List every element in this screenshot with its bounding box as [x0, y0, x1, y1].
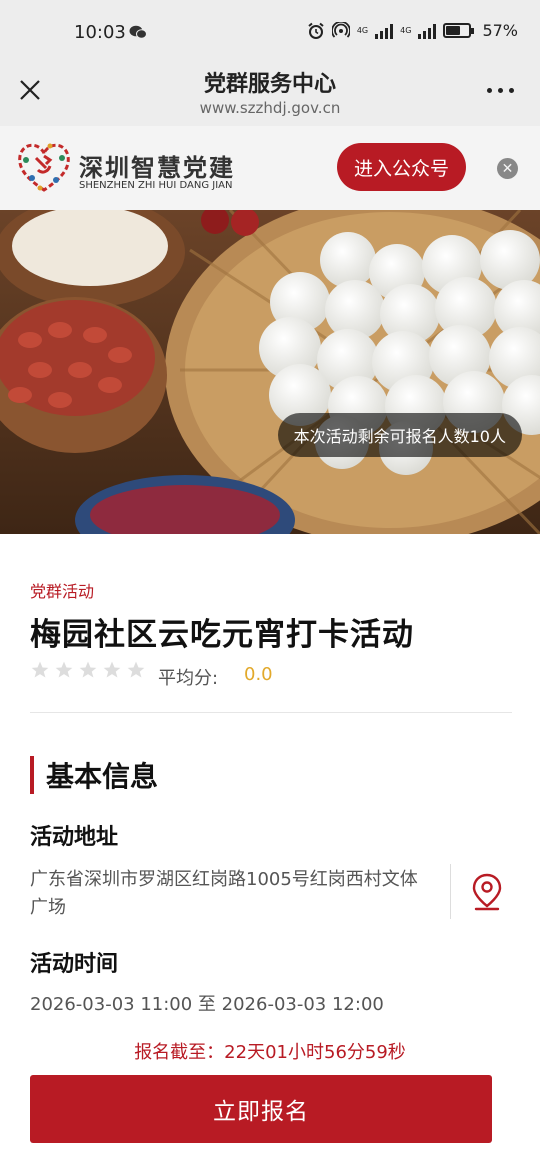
signal-icon	[375, 23, 394, 39]
brand-banner: 深圳智慧党建 SHENZHEN ZHI HUI DANG JIAN 进入公众号 …	[0, 126, 540, 210]
alarm-icon	[308, 22, 324, 39]
hero-image: 本次活动剩余可报名人数10人	[0, 210, 540, 534]
hotspot-icon	[331, 21, 350, 38]
score-value: 0.0	[244, 664, 273, 685]
score-label: 平均分:	[158, 668, 219, 689]
status-icons: 4G 4G 57%	[307, 21, 518, 40]
network-type-1: 4G	[356, 25, 369, 35]
tangyuan-illustration	[0, 210, 540, 534]
network-type-2: 4G	[400, 25, 412, 35]
battery-percent: 57%	[482, 21, 518, 40]
party-logo-icon	[18, 143, 70, 192]
banner-close-icon[interactable]: ✕	[497, 158, 518, 179]
wechat-icon	[129, 25, 147, 39]
status-time: 10:03	[74, 22, 126, 43]
star-icon	[79, 661, 97, 678]
address-value: 广东省深圳市罗湖区红岗路1005号红岗西村文体广场	[30, 869, 418, 918]
section-accent-bar	[30, 756, 34, 794]
time-label: 活动时间	[30, 952, 119, 977]
time-value: 2026-03-03 11:00 至 2026-03-03 12:00	[30, 994, 384, 1015]
divider	[30, 712, 512, 713]
location-pin-icon[interactable]	[470, 872, 504, 912]
star-icon	[103, 661, 121, 678]
section-title: 基本信息	[46, 760, 159, 793]
follow-account-button[interactable]: 进入公众号	[337, 143, 466, 191]
more-menu-icon[interactable]	[487, 88, 514, 93]
star-icon	[127, 661, 145, 678]
rating-stars	[30, 660, 146, 680]
battery-icon	[443, 23, 475, 38]
brand-name: 深圳智慧党建	[79, 154, 235, 182]
signal-icon-2	[418, 23, 437, 39]
star-icon	[31, 661, 49, 678]
activity-title: 梅园社区云吃元宵打卡活动	[30, 617, 414, 653]
page-title: 党群服务中心	[203, 72, 336, 97]
nav-bar: 党群服务中心 www.szzhdj.gov.cn	[0, 58, 540, 126]
page-url: www.szzhdj.gov.cn	[199, 99, 341, 117]
brand-subtitle: SHENZHEN ZHI HUI DANG JIAN	[79, 180, 233, 191]
status-bar: 10:03 4G 4G 57%	[0, 0, 540, 58]
signup-button[interactable]: 立即报名	[30, 1075, 492, 1143]
remaining-slots-badge: 本次活动剩余可报名人数10人	[277, 413, 522, 457]
address-divider	[450, 864, 451, 919]
activity-category: 党群活动	[30, 582, 95, 601]
address-label: 活动地址	[30, 825, 119, 850]
signup-deadline: 报名截至：22天01小时56分59秒	[134, 1042, 406, 1063]
star-icon	[55, 661, 73, 678]
